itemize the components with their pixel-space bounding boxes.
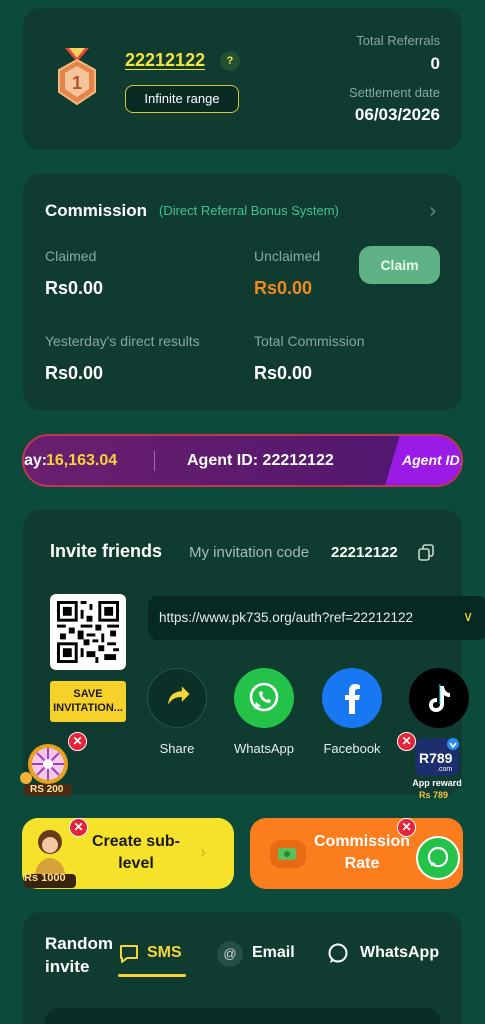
invite-link-field[interactable]: https://www.pk735.org/auth?ref=22212122 …: [148, 596, 485, 640]
rank-medal-icon: 1: [58, 48, 96, 106]
tiktok-icon: [429, 684, 450, 712]
range-badge: Infinite range: [125, 85, 239, 113]
agent-code-link[interactable]: 22212122: [125, 50, 205, 71]
chevron-right-icon: ›: [200, 842, 206, 862]
wheel-amount: RS 200: [30, 784, 64, 795]
share-arrow-icon: [168, 686, 190, 705]
commission-card[interactable]: Commission (Direct Referral Bonus System…: [23, 174, 462, 410]
invitation-code-label: My invitation code: [189, 544, 310, 561]
r789-domain: .com: [437, 766, 453, 773]
total-referrals-value: 0: [430, 54, 440, 73]
marquee-agent-id: Agent ID: 22212122: [187, 452, 334, 469]
facebook-share-button[interactable]: [322, 668, 382, 728]
girl-promo-amount: Rs 1000: [24, 872, 66, 884]
settlement-date-value: 06/03/2026: [354, 105, 440, 124]
whatsapp-icon: [249, 682, 279, 712]
whatsapp-outline-icon: [328, 943, 348, 963]
share-button[interactable]: [147, 668, 207, 728]
random-invite-title: Random invite: [45, 934, 113, 976]
r789-amount: Rs 789: [419, 790, 449, 800]
money-icon: [270, 840, 306, 868]
invite-link-text: https://www.pk735.org/auth?ref=22212122: [159, 610, 414, 625]
unclaimed-label: Unclaimed: [254, 248, 321, 264]
invite-title: Invite friends: [50, 541, 163, 561]
help-icon[interactable]: ?: [220, 51, 240, 71]
whatsapp-icon: [427, 846, 449, 868]
close-wheel-promo-icon[interactable]: ✕: [68, 732, 87, 751]
create-sub-level-button[interactable]: Rs 1000 Create sub-level ›: [22, 818, 234, 889]
marquee-today-label: ay:: [24, 452, 48, 469]
facebook-icon: [345, 684, 360, 714]
save-invitation-button[interactable]: SAVE INVITATION...: [50, 681, 126, 722]
chevron-down-icon[interactable]: ∨: [463, 608, 473, 625]
tab-sms[interactable]: SMS: [147, 944, 182, 962]
total-commission-value: Rs0.00: [254, 363, 313, 383]
active-tab-indicator: [118, 974, 186, 977]
tab-email[interactable]: Email: [252, 944, 295, 962]
unclaimed-value: Rs0.00: [254, 278, 313, 298]
share-label: Share: [159, 741, 195, 756]
chevron-right-icon[interactable]: ›: [429, 200, 436, 223]
copy-icon[interactable]: [417, 543, 435, 561]
commission-title: Commission: [45, 201, 148, 220]
close-r789-promo-icon[interactable]: ✕: [397, 732, 416, 751]
invite-friends-card: Invite friends My invitation code 222121…: [23, 510, 485, 795]
random-invite-content: [45, 1008, 440, 1024]
claim-button[interactable]: Claim: [359, 246, 440, 284]
whatsapp-label: WhatsApp: [234, 741, 294, 756]
whatsapp-share-button[interactable]: [234, 668, 294, 728]
email-icon: @: [217, 941, 243, 967]
marquee-tag-text: Agent ID:: [402, 452, 463, 468]
claimed-value: Rs0.00: [45, 278, 104, 298]
commission-rate-button[interactable]: Commission Rate: [250, 818, 463, 889]
random-invite-card: Random invite SMS @ Email WhatsApp: [23, 912, 462, 1024]
qr-code: [50, 594, 126, 670]
tab-whatsapp[interactable]: WhatsApp: [360, 944, 439, 962]
create-sub-level-label: Create sub-level: [91, 833, 181, 872]
r789-reward-label: App reward: [412, 778, 462, 788]
commission-subtitle: (Direct Referral Bonus System): [159, 203, 339, 218]
agent-marquee-banner: ay: 16,163.04 Agent ID: 22212122 Agent I…: [22, 434, 463, 487]
medal-rank-text: 1: [72, 73, 82, 93]
r789-app-promo[interactable]: R789 .com App reward Rs 789: [407, 736, 467, 800]
close-commission-rate-promo-icon[interactable]: ✕: [397, 818, 416, 837]
settlement-date-label: Settlement date: [348, 85, 440, 100]
facebook-label: Facebook: [323, 741, 381, 756]
r789-brand: R789: [419, 750, 453, 766]
yesterday-results-label: Yesterday's direct results: [45, 333, 200, 349]
claimed-label: Claimed: [45, 248, 97, 264]
invitation-code: 22212122: [331, 544, 398, 561]
close-girl-promo-icon[interactable]: ✕: [69, 818, 88, 837]
marquee-divider: [154, 451, 155, 471]
whatsapp-float-button[interactable]: [416, 836, 460, 880]
sms-icon: [120, 945, 138, 963]
qr-code-icon: [57, 601, 119, 663]
yesterday-results-value: Rs0.00: [45, 363, 104, 383]
agent-summary-card: 1 22212122 ? Infinite range Total Referr…: [23, 8, 462, 150]
marquee-tag: Agent ID:: [384, 436, 463, 485]
total-referrals-label: Total Referrals: [356, 33, 440, 48]
marquee-today-value: 16,163.04: [46, 452, 118, 469]
commission-rate-label: Commission Rate: [313, 833, 410, 872]
tiktok-share-button[interactable]: [409, 668, 469, 728]
total-commission-label: Total Commission: [254, 333, 365, 349]
